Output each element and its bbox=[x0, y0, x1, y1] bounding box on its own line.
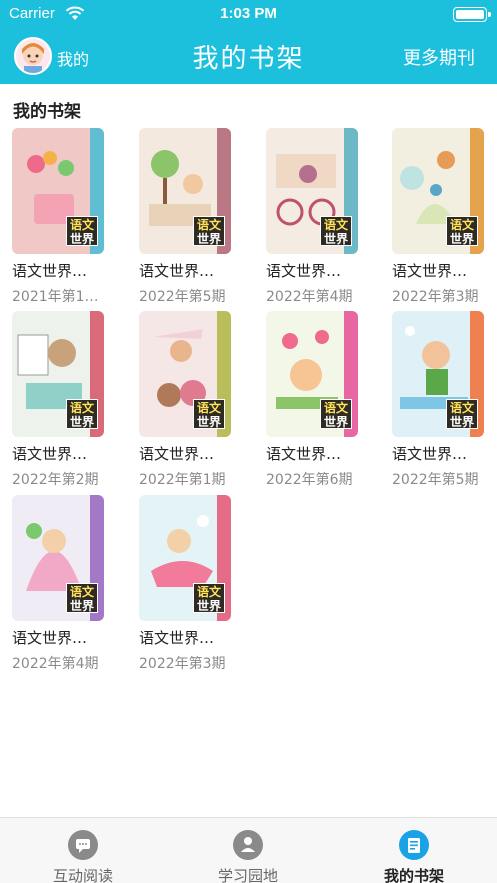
logo-text-bottom: 世界 bbox=[69, 232, 94, 246]
book-cover[interactable]: 语文 世界 bbox=[392, 128, 484, 254]
book-cover[interactable]: 语文 世界 bbox=[392, 311, 484, 437]
book-issue: 2021年第1… bbox=[12, 289, 99, 305]
logo-text-bottom: 世界 bbox=[196, 232, 221, 246]
magazine-logo: 语文 世界 bbox=[66, 399, 98, 429]
book-title: 语文世界… bbox=[139, 262, 215, 280]
logo-text-top: 语文 bbox=[69, 401, 94, 415]
magazine-logo: 语文 世界 bbox=[193, 583, 225, 613]
book-item[interactable]: 语文 世界语文世界… 2022年第1期 bbox=[139, 311, 235, 489]
book-item[interactable]: 语文 世界语文世界… 2022年第5期 bbox=[392, 311, 488, 489]
section-title: 我的书架 bbox=[13, 102, 81, 122]
magazine-logo: 语文 世界 bbox=[193, 399, 225, 429]
book-title: 语文世界… bbox=[12, 445, 88, 463]
logo-text-top: 语文 bbox=[449, 218, 474, 232]
logo-text-top: 语文 bbox=[449, 401, 474, 415]
book-item[interactable]: 语文 世界语文世界… 2022年第3期 bbox=[392, 128, 488, 306]
tab-label: 我的书架 bbox=[383, 867, 444, 883]
book-title: 语文世界… bbox=[12, 262, 88, 280]
logo-text-top: 语文 bbox=[196, 218, 221, 232]
book-item[interactable]: 语文 世界语文世界… 2022年第5期 bbox=[139, 128, 235, 306]
book-title: 语文世界… bbox=[266, 445, 342, 463]
tab-learning-garden[interactable]: 学习园地 bbox=[165, 818, 331, 883]
battery-icon bbox=[453, 7, 491, 22]
logo-text-bottom: 世界 bbox=[449, 232, 474, 246]
logo-text-bottom: 世界 bbox=[449, 415, 474, 429]
book-issue: 2022年第5期 bbox=[392, 472, 479, 488]
chat-bubble-icon bbox=[68, 830, 98, 860]
book-cover[interactable]: 语文 世界 bbox=[266, 311, 358, 437]
magazine-logo: 语文 世界 bbox=[66, 583, 98, 613]
magazine-logo: 语文 世界 bbox=[320, 399, 352, 429]
tab-label: 互动阅读 bbox=[52, 867, 113, 883]
magazine-logo: 语文 世界 bbox=[320, 216, 352, 246]
tab-interactive-reading[interactable]: 互动阅读 bbox=[0, 818, 166, 883]
book-issue: 2022年第5期 bbox=[139, 289, 226, 305]
book-cover[interactable]: 语文 世界 bbox=[12, 495, 104, 621]
book-title: 语文世界… bbox=[392, 262, 468, 280]
logo-text-bottom: 世界 bbox=[69, 415, 94, 429]
book-title: 语文世界… bbox=[139, 445, 215, 463]
more-journals-button[interactable]: 更多期刊 bbox=[403, 44, 475, 70]
logo-text-top: 语文 bbox=[323, 401, 348, 415]
magazine-logo: 语文 世界 bbox=[193, 216, 225, 246]
book-item[interactable]: 语文 世界语文世界… 2022年第6期 bbox=[266, 311, 362, 489]
bottom-tab-bar: 互动阅读 学习园地 我的书架 bbox=[0, 817, 497, 883]
book-cover[interactable]: 语文 世界 bbox=[139, 495, 231, 621]
logo-text-top: 语文 bbox=[69, 585, 94, 599]
clock: 1:03 PM bbox=[220, 5, 277, 22]
book-title: 语文世界… bbox=[266, 262, 342, 280]
logo-text-bottom: 世界 bbox=[196, 599, 221, 613]
logo-text-top: 语文 bbox=[69, 218, 94, 232]
book-issue: 2022年第4期 bbox=[266, 289, 353, 305]
book-issue: 2022年第4期 bbox=[12, 656, 99, 672]
book-cover[interactable]: 语文 世界 bbox=[139, 311, 231, 437]
tab-label: 学习园地 bbox=[217, 867, 278, 883]
logo-text-top: 语文 bbox=[323, 218, 348, 232]
book-issue: 2022年第1期 bbox=[139, 472, 226, 488]
logo-text-bottom: 世界 bbox=[69, 599, 94, 613]
book-item[interactable]: 语文 世界语文世界… 2022年第2期 bbox=[12, 311, 108, 489]
status-bar: Carrier 1:03 PM bbox=[0, 0, 497, 28]
book-title: 语文世界… bbox=[392, 445, 468, 463]
book-item[interactable]: 语文 世界语文世界… 2022年第4期 bbox=[12, 495, 108, 673]
magazine-logo: 语文 世界 bbox=[446, 399, 478, 429]
tab-my-bookshelf[interactable]: 我的书架 bbox=[331, 818, 497, 883]
magazine-logo: 语文 世界 bbox=[446, 216, 478, 246]
book-item[interactable]: 语文 世界语文世界… 2021年第1… bbox=[12, 128, 108, 306]
book-item[interactable]: 语文 世界语文世界… 2022年第3期 bbox=[139, 495, 235, 673]
book-cover[interactable]: 语文 世界 bbox=[12, 311, 104, 437]
book-item[interactable]: 语文 世界语文世界… 2022年第4期 bbox=[266, 128, 362, 306]
book-issue: 2022年第6期 bbox=[266, 472, 353, 488]
book-issue: 2022年第2期 bbox=[12, 472, 99, 488]
book-title: 语文世界… bbox=[139, 629, 215, 647]
book-cover[interactable]: 语文 世界 bbox=[12, 128, 104, 254]
logo-text-top: 语文 bbox=[196, 585, 221, 599]
bookshelf-icon bbox=[399, 830, 429, 860]
logo-text-bottom: 世界 bbox=[323, 232, 348, 246]
book-issue: 2022年第3期 bbox=[139, 656, 226, 672]
book-cover[interactable]: 语文 世界 bbox=[266, 128, 358, 254]
logo-text-top: 语文 bbox=[196, 401, 221, 415]
book-cover[interactable]: 语文 世界 bbox=[139, 128, 231, 254]
book-title: 语文世界… bbox=[12, 629, 88, 647]
logo-text-bottom: 世界 bbox=[196, 415, 221, 429]
person-book-icon bbox=[233, 830, 263, 860]
book-issue: 2022年第3期 bbox=[392, 289, 479, 305]
logo-text-bottom: 世界 bbox=[323, 415, 348, 429]
top-navigation-bar: Carrier 1:03 PM 我的 我的书架 更多期刊 bbox=[0, 0, 497, 84]
magazine-logo: 语文 世界 bbox=[66, 216, 98, 246]
